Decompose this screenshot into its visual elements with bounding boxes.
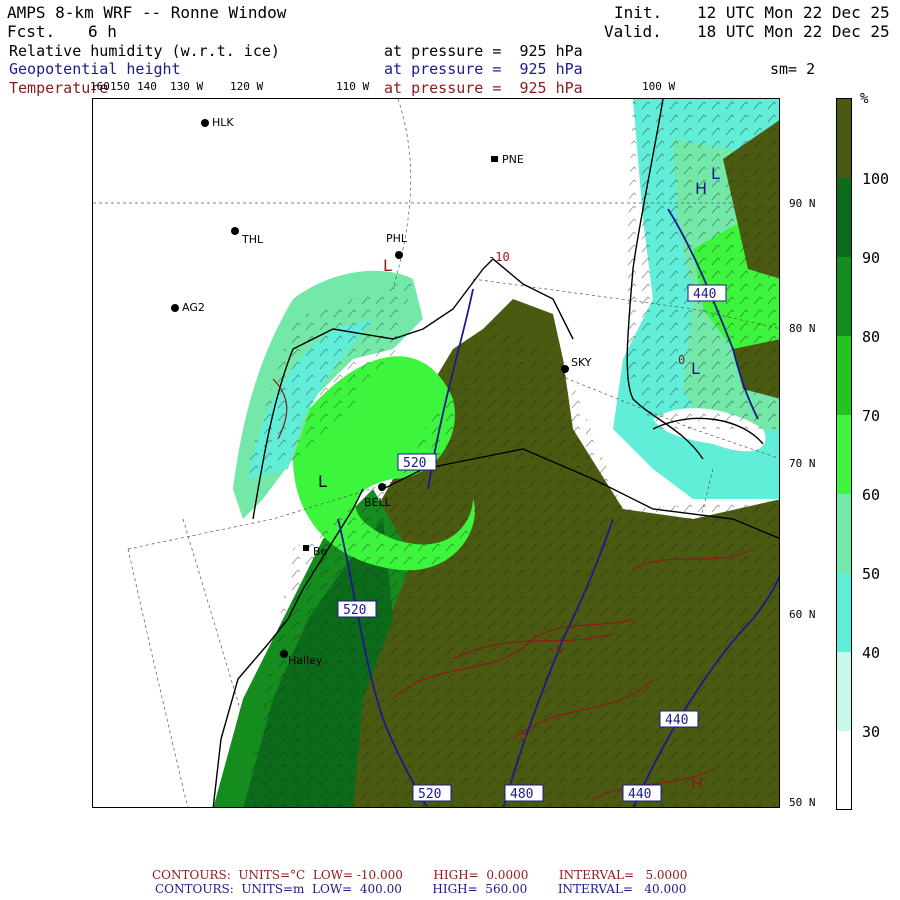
map-graphic: 520 520 520 480 440 440 440 -10 -5 -5 0 … xyxy=(93,99,779,807)
lon-label-160: 160 xyxy=(90,80,110,93)
lat-label-60n: 60 N xyxy=(789,608,816,621)
lon-label-130w: 130 W xyxy=(170,80,204,93)
valid-label: Valid. xyxy=(604,22,662,41)
field-height-level: at pressure = 925 hPa xyxy=(384,60,583,78)
colorbar-unit: % xyxy=(860,91,869,107)
colorbar-tick-40: 40 xyxy=(862,644,881,662)
colorbar-segment-5 xyxy=(837,494,851,573)
center-label-5: L xyxy=(691,359,700,378)
init-time: 12 UTC Mon 22 Dec 25 xyxy=(697,3,890,22)
lat-label-50n: 50 N xyxy=(789,796,816,809)
field-height-name: Geopotential height xyxy=(9,60,181,78)
colorbar-segment-6 xyxy=(837,573,851,652)
station-halley: Halley xyxy=(288,654,323,667)
colorbar-segment-8 xyxy=(837,731,851,809)
temp-label-1: -10 xyxy=(488,250,510,264)
station-thl: THL xyxy=(242,233,264,246)
center-label-3: H xyxy=(691,774,703,793)
field-rh-level: at pressure = 925 hPa xyxy=(384,42,583,60)
colorbar xyxy=(836,98,852,810)
footer-temperature-contours: CONTOURS: UNITS=°C LOW= -10.000 HIGH= 0.… xyxy=(152,868,688,882)
product-title: AMPS 8-km WRF -- Ronne Window xyxy=(7,3,287,22)
lat-label-80n: 80 N xyxy=(789,322,816,335)
colorbar-segment-0 xyxy=(837,99,851,178)
lon-label-140: 140 xyxy=(137,80,157,93)
lat-label-90n: 90 N xyxy=(789,197,816,210)
station-bell: BELL xyxy=(364,496,391,509)
colorbar-segment-2 xyxy=(837,257,851,336)
station-hlk: HLK xyxy=(212,116,234,129)
colorbar-segment-7 xyxy=(837,652,851,731)
colorbar-tick-90: 90 xyxy=(862,249,881,267)
colorbar-tick-60: 60 xyxy=(862,486,881,504)
station-ag2: AG2 xyxy=(182,301,205,314)
colorbar-tick-50: 50 xyxy=(862,565,881,583)
station-phl: PHL xyxy=(386,232,408,245)
colorbar-tick-80: 80 xyxy=(862,328,881,346)
temp-label-3: -5 xyxy=(513,728,527,742)
height-label-440c: 440 xyxy=(628,787,651,802)
colorbar-segment-4 xyxy=(837,415,851,494)
height-label-440a: 440 xyxy=(693,287,716,302)
center-label-4: L xyxy=(711,164,720,183)
lon-label-110w: 110 W xyxy=(336,80,370,93)
map-panel: 520 520 520 480 440 440 440 -10 -5 -5 0 … xyxy=(92,98,780,808)
lon-label-150: 150 xyxy=(110,80,130,93)
colorbar-tick-70: 70 xyxy=(862,407,881,425)
height-label-520b: 520 xyxy=(343,603,366,618)
station-pne: PNE xyxy=(502,153,524,166)
height-label-520c: 520 xyxy=(418,787,441,802)
field-rh-name: Relative humidity (w.r.t. ice) xyxy=(9,42,280,60)
field-temp-level: at pressure = 925 hPa xyxy=(384,79,583,97)
smoothing-label: sm= 2 xyxy=(770,60,816,78)
height-label-480: 480 xyxy=(510,787,533,802)
init-label: Init. xyxy=(614,3,663,22)
forecast-label: Fcst. xyxy=(7,22,56,41)
colorbar-segment-3 xyxy=(837,336,851,415)
temp-label-2: -5 xyxy=(548,643,562,657)
temp-label-4: 0 xyxy=(678,353,685,367)
station-sky: SKY xyxy=(571,356,592,369)
center-label-2: L xyxy=(318,472,327,491)
colorbar-tick-100: 100 xyxy=(862,170,890,188)
height-label-520a: 520 xyxy=(403,456,426,471)
colorbar-tick-30: 30 xyxy=(862,723,881,741)
valid-time: 18 UTC Mon 22 Dec 25 xyxy=(697,22,890,41)
center-label-1: L xyxy=(383,256,392,275)
forecast-hour: 6 h xyxy=(88,22,117,41)
lat-label-70n: 70 N xyxy=(789,457,816,470)
station-be: Be xyxy=(313,545,328,558)
footer-height-contours: CONTOURS: UNITS=m LOW= 400.00 HIGH= 560.… xyxy=(155,882,687,896)
lon-label-100w: 100 W xyxy=(642,80,676,93)
center-label-6: H xyxy=(695,179,707,198)
lon-label-120w: 120 W xyxy=(230,80,264,93)
height-label-440b: 440 xyxy=(665,713,688,728)
colorbar-segment-1 xyxy=(837,178,851,257)
